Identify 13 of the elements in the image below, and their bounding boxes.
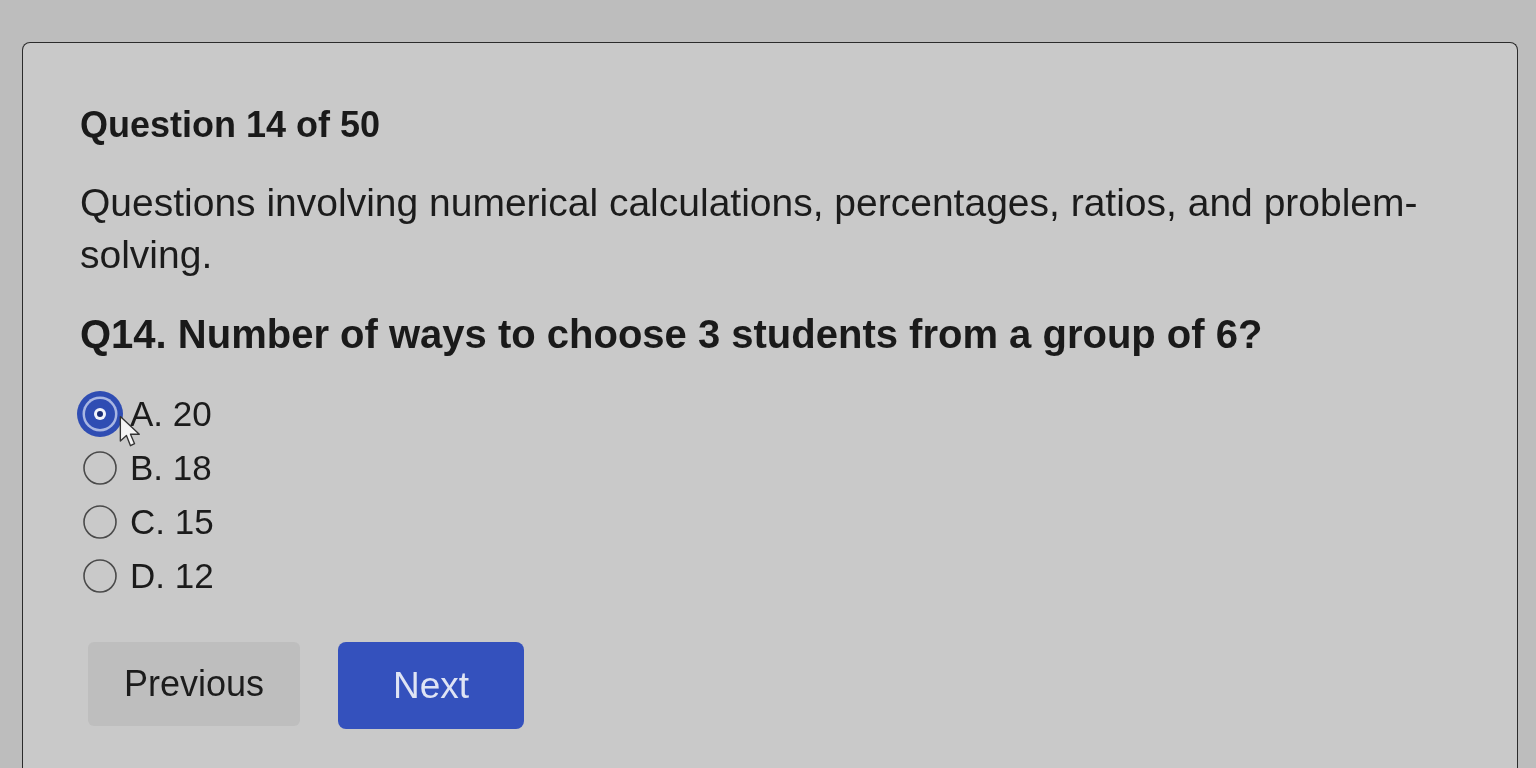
option-label[interactable]: D. 12 — [130, 556, 214, 596]
radio-button[interactable] — [83, 505, 117, 539]
option-label[interactable]: A. 20 — [130, 394, 212, 434]
question-text: Q14. Number of ways to choose 3 students from a group of 6? — [80, 312, 1264, 356]
option-label[interactable]: B. 18 — [130, 448, 212, 488]
radio-button[interactable] — [77, 391, 123, 437]
next-button[interactable]: Next — [338, 642, 524, 729]
radio-button[interactable] — [83, 559, 117, 593]
section-description: Questions involving numerical calculations, percentages, ratios, and problem-solving. — [80, 180, 1419, 278]
previous-button[interactable]: Previous — [88, 642, 300, 726]
radio-button[interactable] — [83, 451, 117, 485]
question-counter: Question 14 of 50 — [80, 105, 382, 145]
option-label[interactable]: C. 15 — [130, 502, 214, 542]
